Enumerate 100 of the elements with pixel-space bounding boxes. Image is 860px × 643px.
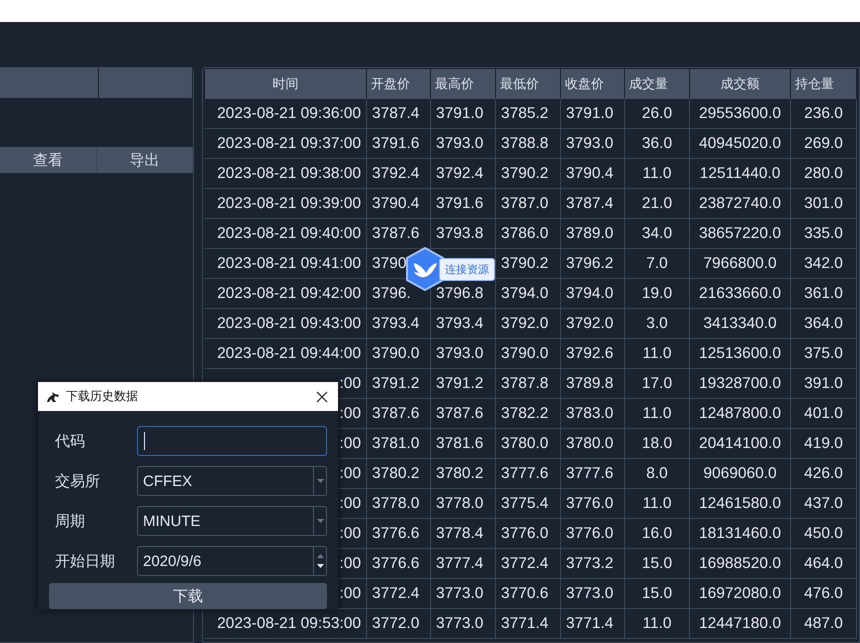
table-cell: 9069060.0 bbox=[690, 459, 791, 489]
table-cell: 19328700.0 bbox=[690, 369, 791, 399]
table-cell: 3792.0 bbox=[561, 309, 625, 339]
column-header[interactable]: 最高价 bbox=[431, 69, 496, 99]
table-cell: 3776.6 bbox=[367, 519, 431, 549]
table-cell: 3781.6 bbox=[431, 429, 496, 459]
table-cell: 2023-08-21 09:41:00 bbox=[205, 249, 367, 279]
column-header[interactable]: 开盘价 bbox=[367, 69, 431, 99]
field-label: 交易所 bbox=[54, 472, 101, 490]
table-cell: 16988520.0 bbox=[690, 549, 791, 579]
panel-button[interactable]: 查看 bbox=[0, 147, 96, 173]
table-cell: 3790.4 bbox=[367, 189, 431, 219]
table-cell: 3413340.0 bbox=[690, 309, 791, 339]
table-cell: 269.0 bbox=[791, 129, 857, 159]
table-cell: 11.0 bbox=[625, 159, 690, 189]
table-cell: 419.0 bbox=[791, 429, 857, 459]
table-cell: 16.0 bbox=[625, 519, 690, 549]
download-button[interactable]: 下载 bbox=[49, 583, 327, 609]
table-cell: 2023-08-21 09:43:00 bbox=[205, 309, 367, 339]
spinner-down-icon[interactable] bbox=[316, 564, 324, 568]
table-cell: 3785.2 bbox=[496, 99, 561, 129]
table-cell: 3790.0 bbox=[496, 339, 561, 369]
table-cell: 3776.6 bbox=[367, 549, 431, 579]
table-cell: 2023-08-21 09:42:00 bbox=[205, 279, 367, 309]
column-header[interactable]: 最低价 bbox=[496, 69, 561, 99]
table-cell: 7.0 bbox=[625, 249, 690, 279]
date-field[interactable]: 2020/9/6 bbox=[137, 546, 327, 576]
table-cell: 11.0 bbox=[625, 399, 690, 429]
table-cell: 3772.0 bbox=[367, 609, 431, 639]
dropdown-icon bbox=[316, 479, 324, 483]
table-cell: 450.0 bbox=[791, 519, 857, 549]
table-cell: 3791.6 bbox=[367, 129, 431, 159]
table-cell: 3787.8 bbox=[496, 369, 561, 399]
table-cell: 3787.4 bbox=[561, 189, 625, 219]
column-header[interactable]: 时间 bbox=[205, 69, 367, 99]
dropdown-icon bbox=[316, 519, 324, 523]
table-cell: 487.0 bbox=[791, 609, 857, 639]
table-cell: 3792.0 bbox=[496, 309, 561, 339]
field-label: 开始日期 bbox=[54, 552, 116, 570]
table-cell: 476.0 bbox=[791, 579, 857, 609]
table-cell: 3776.0 bbox=[561, 489, 625, 519]
table-cell: 3787.6 bbox=[431, 399, 496, 429]
table-cell: 8.0 bbox=[625, 459, 690, 489]
table-cell: 3775.4 bbox=[496, 489, 561, 519]
table-cell: 3791.2 bbox=[431, 369, 496, 399]
table-cell: 3791.0 bbox=[431, 99, 496, 129]
table-cell: 3787.4 bbox=[367, 99, 431, 129]
table-cell: 36.0 bbox=[625, 129, 690, 159]
table-cell: 18131460.0 bbox=[690, 519, 791, 549]
table-cell: 361.0 bbox=[791, 279, 857, 309]
table-cell: 18.0 bbox=[625, 429, 690, 459]
table-cell: 2023-08-21 09:38:00 bbox=[205, 159, 367, 189]
dialog-title: 下载历史数据 bbox=[66, 388, 139, 405]
connect-resource-button[interactable]: 连接资源 bbox=[439, 258, 495, 280]
close-button[interactable] bbox=[314, 388, 330, 404]
table-cell: 342.0 bbox=[791, 249, 857, 279]
table-cell: 3776.0 bbox=[496, 519, 561, 549]
field-label: 代码 bbox=[54, 432, 86, 450]
table-cell: 21.0 bbox=[625, 189, 690, 219]
table-cell: 3780.0 bbox=[561, 429, 625, 459]
table-cell: 21633660.0 bbox=[690, 279, 791, 309]
table-cell: 3780.2 bbox=[367, 459, 431, 489]
table-cell: 11.0 bbox=[625, 489, 690, 519]
table-cell: 3771.4 bbox=[561, 609, 625, 639]
table-cell: 335.0 bbox=[791, 219, 857, 249]
table-cell: 3789.0 bbox=[561, 219, 625, 249]
table-cell: 3777.4 bbox=[431, 549, 496, 579]
select-field[interactable]: MINUTE bbox=[137, 506, 327, 536]
code-input-field[interactable] bbox=[137, 426, 327, 456]
table-cell: 437.0 bbox=[791, 489, 857, 519]
table-cell: 3.0 bbox=[625, 309, 690, 339]
table-cell: 3773.0 bbox=[561, 579, 625, 609]
table-cell: 3783.0 bbox=[561, 399, 625, 429]
table-cell: 3787.6 bbox=[367, 399, 431, 429]
column-header[interactable]: 成交额 bbox=[690, 69, 791, 99]
table-cell: 3790.2 bbox=[496, 249, 561, 279]
table-cell: 3781.0 bbox=[367, 429, 431, 459]
table-cell: 12461580.0 bbox=[690, 489, 791, 519]
table-cell: 3772.4 bbox=[367, 579, 431, 609]
select-field[interactable]: CFFEX bbox=[137, 466, 327, 496]
column-header[interactable]: 成交量 bbox=[625, 69, 690, 99]
table-cell: 3790.2 bbox=[496, 159, 561, 189]
table-cell: 464.0 bbox=[791, 549, 857, 579]
horse-icon bbox=[46, 390, 60, 402]
table-cell: 3792.4 bbox=[431, 159, 496, 189]
spinner-up-icon[interactable] bbox=[316, 554, 324, 558]
column-header[interactable]: 收盘价 bbox=[561, 69, 625, 99]
table-cell: 17.0 bbox=[625, 369, 690, 399]
panel-button[interactable]: 导出 bbox=[96, 147, 193, 173]
table-cell: 12447180.0 bbox=[690, 609, 791, 639]
table-cell: 16972080.0 bbox=[690, 579, 791, 609]
table-cell: 3793.4 bbox=[431, 309, 496, 339]
table-cell: 11.0 bbox=[625, 609, 690, 639]
table-cell: 2023-08-21 09:44:00 bbox=[205, 339, 367, 369]
table-cell: 19.0 bbox=[625, 279, 690, 309]
table-cell: 29553600.0 bbox=[690, 99, 791, 129]
table-cell: 3773.2 bbox=[561, 549, 625, 579]
table-cell: 3787.0 bbox=[496, 189, 561, 219]
column-header[interactable]: 持仓量 bbox=[791, 69, 857, 99]
table-cell: 12511440.0 bbox=[690, 159, 791, 189]
